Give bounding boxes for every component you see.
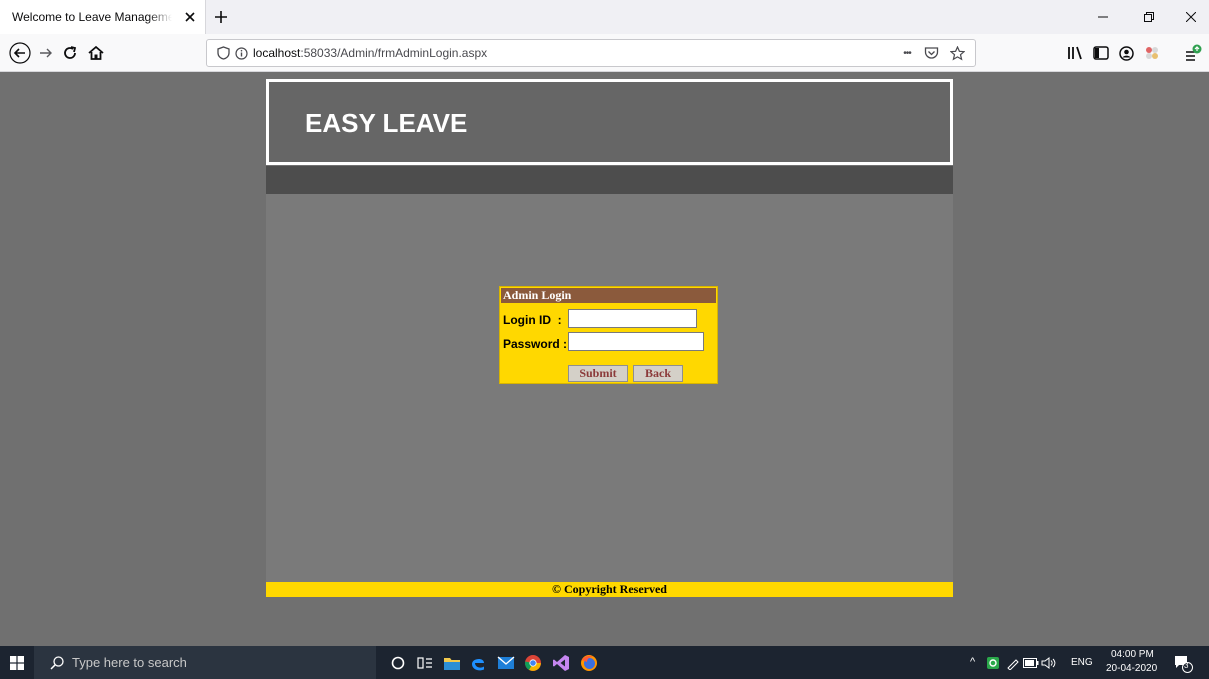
close-window-icon[interactable]	[1182, 8, 1200, 26]
tab-title: Welcome to Leave Management System	[12, 10, 172, 24]
browser-tab[interactable]: Welcome to Leave Management System	[0, 0, 206, 34]
site-info-icon[interactable]	[233, 45, 249, 61]
search-icon	[50, 655, 64, 670]
language-indicator[interactable]: ENG	[1071, 657, 1093, 668]
site-title: EASY LEAVE	[305, 108, 468, 138]
login-heading: Admin Login	[501, 288, 716, 303]
search-placeholder: Type here to search	[72, 655, 187, 670]
chrome-icon[interactable]	[522, 652, 544, 674]
clock-time[interactable]: 04:00 PM	[1111, 649, 1154, 660]
menu-update-icon[interactable]	[1184, 44, 1202, 62]
site-header: EASY LEAVE	[266, 79, 953, 165]
minimize-icon[interactable]	[1094, 8, 1112, 26]
volume-icon[interactable]	[1040, 652, 1058, 674]
visual-studio-icon[interactable]	[550, 652, 572, 674]
content-area	[266, 194, 953, 582]
tab-close-icon[interactable]	[182, 9, 198, 25]
admin-login-panel: Admin Login Login ID : Password : Submit…	[499, 286, 718, 384]
taskbar-search-box[interactable]: Type here to search	[34, 646, 376, 679]
windows-start-icon[interactable]	[0, 646, 34, 679]
firefox-icon[interactable]	[578, 652, 600, 674]
forward-icon[interactable]	[34, 41, 58, 65]
page-viewport: EASY LEAVE Admin Login Login ID : Passwo…	[0, 72, 1209, 646]
account-icon[interactable]	[1117, 44, 1135, 62]
submit-button[interactable]: Submit	[568, 365, 628, 382]
browser-nav-bar: localhost:58033/Admin/frmAdminLogin.aspx…	[0, 34, 1209, 72]
url-host: localhost	[253, 46, 301, 60]
pen-workspace-icon[interactable]	[1004, 652, 1022, 674]
login-id-input[interactable]	[568, 309, 697, 328]
edge-icon[interactable]	[467, 652, 489, 674]
password-input[interactable]	[568, 332, 704, 351]
login-id-label: Login ID :	[503, 313, 562, 327]
sidebar-icon[interactable]	[1092, 44, 1110, 62]
tracking-shield-icon[interactable]	[215, 45, 231, 61]
page-actions-icon[interactable]: •••	[899, 45, 915, 61]
reload-icon[interactable]	[58, 41, 82, 65]
mail-icon[interactable]	[495, 652, 517, 674]
clock-date[interactable]: 20-04-2020	[1106, 663, 1157, 674]
file-explorer-icon[interactable]	[441, 652, 463, 674]
back-button[interactable]: Back	[633, 365, 683, 382]
notification-count: 3	[1184, 661, 1189, 670]
home-icon[interactable]	[84, 41, 108, 65]
task-view-icon[interactable]	[414, 652, 436, 674]
tray-overflow-icon[interactable]: ^	[970, 656, 975, 668]
restore-icon[interactable]	[1140, 8, 1158, 26]
new-tab-icon[interactable]	[210, 6, 232, 28]
copyright-footer: © Copyright Reserved	[266, 582, 953, 597]
browser-tab-bar: Welcome to Leave Management System	[0, 0, 1209, 34]
cortana-icon[interactable]	[387, 652, 409, 674]
menu-strip	[266, 166, 953, 194]
tray-app-icon[interactable]	[984, 652, 1002, 674]
extension-icon[interactable]	[1143, 44, 1161, 62]
url-text: localhost:58033/Admin/frmAdminLogin.aspx	[253, 46, 487, 60]
url-path: :58033/Admin/frmAdminLogin.aspx	[300, 46, 488, 60]
back-icon[interactable]	[8, 41, 32, 65]
bookmark-star-icon[interactable]	[949, 45, 965, 61]
pocket-icon[interactable]	[923, 45, 939, 61]
library-icon[interactable]	[1066, 44, 1084, 62]
password-label: Password :	[503, 337, 568, 351]
battery-icon[interactable]	[1022, 652, 1040, 674]
notification-center-icon[interactable]: 3	[1172, 652, 1194, 674]
url-bar[interactable]: localhost:58033/Admin/frmAdminLogin.aspx…	[206, 39, 976, 67]
windows-taskbar: Type here to search ^ ENG 04:00 PM 20-04…	[0, 646, 1209, 679]
